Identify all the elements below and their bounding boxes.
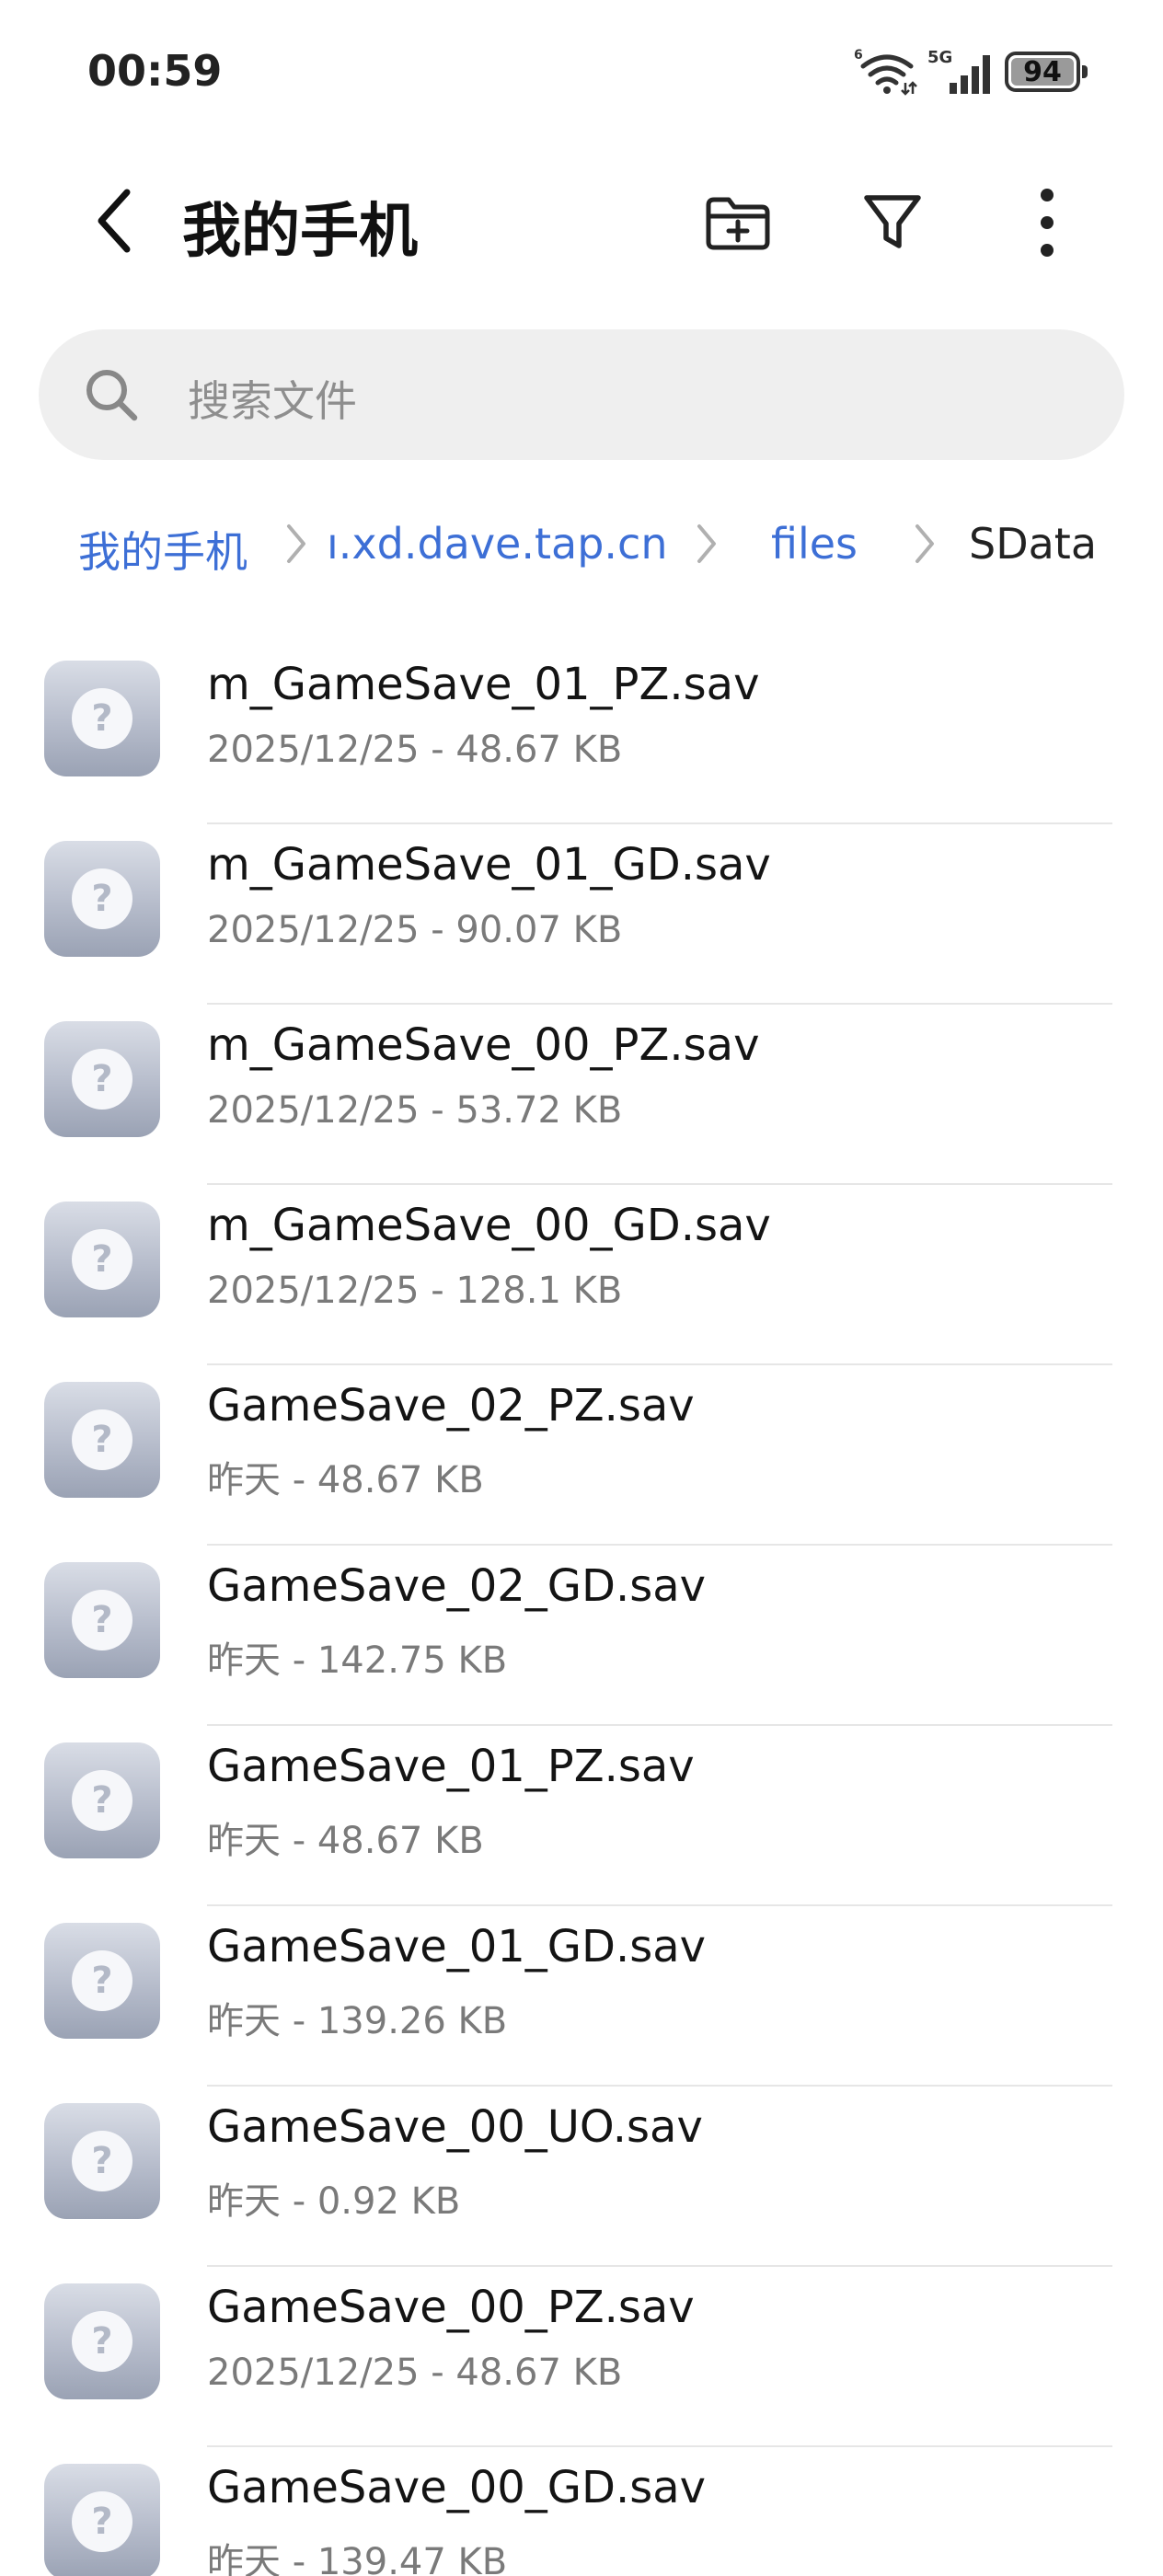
file-list-item[interactable]: ? m_GameSave_00_PZ.sav 2025/12/25 - 53.7…: [0, 1005, 1163, 1185]
unknown-file-icon: ?: [44, 2464, 160, 2576]
file-list-item[interactable]: ? m_GameSave_01_GD.sav 2025/12/25 - 90.0…: [0, 824, 1163, 1005]
unknown-file-icon: ?: [44, 1742, 160, 1858]
file-name: m_GameSave_00_PZ.sav: [207, 1019, 760, 1071]
file-name: GameSave_02_GD.sav: [207, 1560, 707, 1612]
file-list-item[interactable]: ? GameSave_00_PZ.sav 2025/12/25 - 48.67 …: [0, 2267, 1163, 2447]
chevron-right-icon: [697, 524, 716, 563]
new-folder-button[interactable]: [692, 177, 784, 269]
file-list-item[interactable]: ? m_GameSave_01_PZ.sav 2025/12/25 - 48.6…: [0, 644, 1163, 824]
file-name: GameSave_01_GD.sav: [207, 1921, 707, 1972]
file-meta: 2025/12/25 - 48.67 KB: [207, 2352, 623, 2394]
file-name: m_GameSave_01_GD.sav: [207, 839, 771, 891]
file-list-item[interactable]: ? GameSave_02_PZ.sav 昨天 - 48.67 KB: [0, 1365, 1163, 1546]
status-icons: 6 5G 94: [854, 44, 1088, 99]
breadcrumb-item-my-phone[interactable]: 我的手机: [78, 519, 248, 580]
svg-text:6: 6: [854, 48, 863, 63]
file-name: GameSave_02_PZ.sav: [207, 1380, 695, 1432]
breadcrumb-item-current: SData: [969, 519, 1098, 569]
file-name: m_GameSave_00_GD.sav: [207, 1200, 771, 1251]
breadcrumb-item-files[interactable]: files: [771, 519, 858, 569]
file-name: GameSave_00_PZ.sav: [207, 2282, 695, 2333]
unknown-file-icon: ?: [44, 661, 160, 776]
unknown-file-icon: ?: [44, 1562, 160, 1678]
file-list-item[interactable]: ? GameSave_02_GD.sav 昨天 - 142.75 KB: [0, 1546, 1163, 1726]
file-name: GameSave_00_UO.sav: [207, 2101, 703, 2153]
file-name: m_GameSave_01_PZ.sav: [207, 659, 760, 710]
new-folder-icon: [706, 197, 770, 250]
file-meta: 2025/12/25 - 53.72 KB: [207, 1089, 623, 1132]
chevron-right-icon: [915, 524, 934, 563]
file-list-item[interactable]: ? m_GameSave_00_GD.sav 2025/12/25 - 128.…: [0, 1185, 1163, 1365]
status-time: 00:59: [87, 46, 223, 96]
status-bar: 00:59 6 5G 94: [0, 0, 1163, 138]
file-meta: 昨天 - 139.47 KB: [207, 2541, 508, 2576]
unknown-file-icon: ?: [44, 1021, 160, 1137]
file-meta: 昨天 - 142.75 KB: [207, 1639, 508, 1682]
unknown-file-icon: ?: [44, 1382, 160, 1498]
file-meta: 2025/12/25 - 48.67 KB: [207, 729, 623, 771]
file-list-item[interactable]: ? GameSave_00_GD.sav 昨天 - 139.47 KB: [0, 2447, 1163, 2576]
back-arrow-icon: [98, 189, 131, 253]
file-list-item[interactable]: ? GameSave_01_GD.sav 昨天 - 139.26 KB: [0, 1906, 1163, 2087]
more-vert-icon: [1041, 189, 1054, 257]
breadcrumb-item-package[interactable]: ı.xd.dave.tap.cn: [327, 519, 667, 569]
more-options-button[interactable]: [1001, 177, 1093, 269]
battery-level: 94: [1023, 55, 1062, 88]
search-input[interactable]: 搜索文件: [39, 329, 1124, 460]
breadcrumb: 我的手机 ı.xd.dave.tap.cn files SData: [0, 497, 1163, 589]
page-title: 我的手机: [182, 198, 418, 266]
file-meta: 2025/12/25 - 128.1 KB: [207, 1270, 623, 1312]
wifi-icon: 6: [854, 48, 917, 96]
unknown-file-icon: ?: [44, 1202, 160, 1317]
file-list-item[interactable]: ? GameSave_00_UO.sav 昨天 - 0.92 KB: [0, 2087, 1163, 2267]
unknown-file-icon: ?: [44, 841, 160, 957]
back-button[interactable]: [83, 179, 147, 262]
search-icon: [86, 370, 138, 421]
cellular-signal-icon: 5G: [927, 48, 990, 94]
file-meta: 昨天 - 48.67 KB: [207, 1459, 484, 1501]
file-manager-screen: 00:59 6 5G 94 我的手机 搜索文件 我的手机 ı.xd.dave.t…: [0, 0, 1163, 2576]
search-placeholder: 搜索文件: [188, 376, 357, 426]
unknown-file-icon: ?: [44, 2103, 160, 2219]
file-list: ? m_GameSave_01_PZ.sav 2025/12/25 - 48.6…: [0, 644, 1163, 2576]
file-name: GameSave_00_GD.sav: [207, 2462, 707, 2513]
unknown-file-icon: ?: [44, 2283, 160, 2399]
filter-button[interactable]: [846, 177, 938, 269]
svg-text:5G: 5G: [927, 48, 952, 67]
unknown-file-icon: ?: [44, 1923, 160, 2039]
filter-icon: [864, 195, 921, 248]
file-name: GameSave_01_PZ.sav: [207, 1741, 695, 1792]
file-meta: 2025/12/25 - 90.07 KB: [207, 909, 623, 951]
file-list-item[interactable]: ? GameSave_01_PZ.sav 昨天 - 48.67 KB: [0, 1726, 1163, 1906]
chevron-right-icon: [287, 524, 305, 563]
app-bar: 我的手机: [0, 147, 1163, 285]
file-meta: 昨天 - 0.92 KB: [207, 2180, 461, 2223]
battery-icon: 94: [1005, 52, 1088, 92]
file-meta: 昨天 - 48.67 KB: [207, 1820, 484, 1862]
file-meta: 昨天 - 139.26 KB: [207, 2000, 508, 2042]
